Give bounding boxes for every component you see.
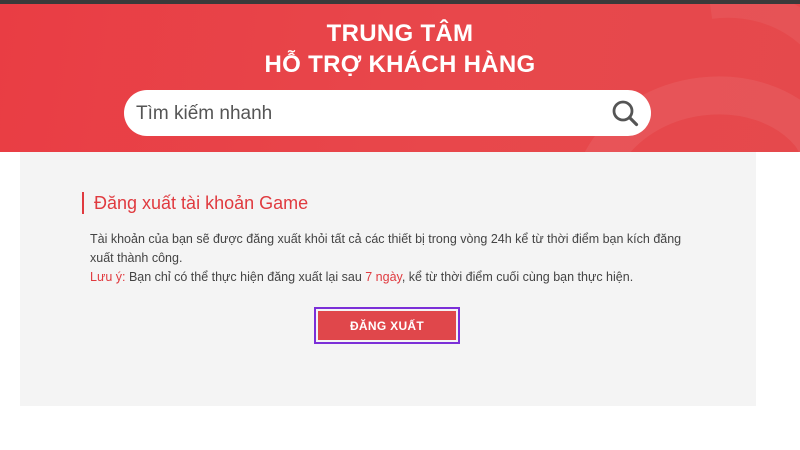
page-title: TRUNG TÂM HỖ TRỢ KHÁCH HÀNG (0, 18, 800, 80)
note-after: , kể từ thời điểm cuối cùng bạn thực hiệ… (401, 270, 634, 284)
note-highlight: 7 ngày (365, 270, 402, 284)
description: Tài khoản của bạn sẽ được đăng xuất khỏi… (90, 230, 690, 287)
title-line-2: HỖ TRỢ KHÁCH HÀNG (264, 51, 536, 78)
search-icon[interactable] (611, 99, 639, 127)
section-title: Đăng xuất tài khoản Game (82, 192, 308, 214)
note-label: Lưu ý: (90, 270, 126, 284)
title-line-1: TRUNG TÂM (326, 20, 474, 47)
note-text: Lưu ý: Bạn chỉ có thể thực hiện đăng xuấ… (90, 268, 690, 287)
description-text: Tài khoản của bạn sẽ được đăng xuất khỏi… (90, 232, 682, 265)
search-bar (124, 90, 651, 136)
note-before: Bạn chỉ có thể thực hiện đăng xuất lại s… (125, 270, 366, 284)
logout-button[interactable]: ĐĂNG XUẤT (318, 311, 456, 340)
logout-panel: Đăng xuất tài khoản Game Tài khoản của b… (20, 152, 756, 406)
search-input[interactable] (134, 96, 598, 132)
hero-banner: TRUNG TÂM HỖ TRỢ KHÁCH HÀNG (0, 4, 800, 152)
logout-button-highlight: ĐĂNG XUẤT (314, 307, 460, 344)
